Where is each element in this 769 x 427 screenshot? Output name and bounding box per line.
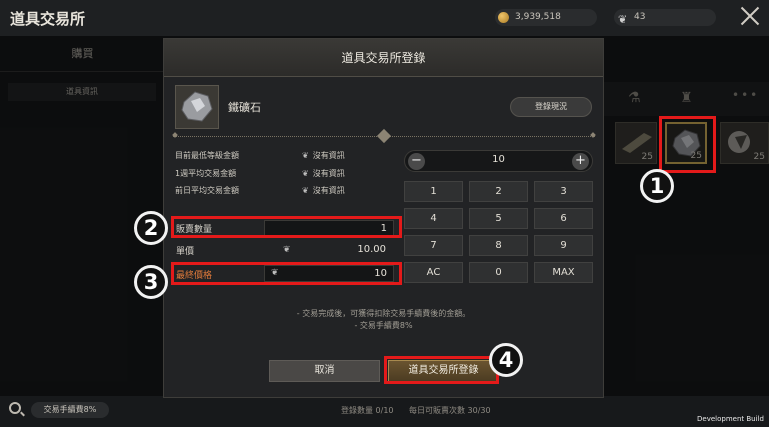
- gold-amount: 3,939,518: [515, 12, 561, 22]
- info-value-lowest: ❦ 沒有資訊: [302, 151, 345, 160]
- quantity-value: 10: [492, 154, 505, 165]
- key-3[interactable]: 3: [534, 181, 593, 202]
- cancel-button[interactable]: 取消: [269, 360, 380, 382]
- feather-amount: 43: [634, 12, 646, 22]
- feather-icon: ❦: [283, 245, 291, 255]
- annotation-badge-1: 1: [640, 169, 674, 203]
- feather-icon: ❦: [302, 186, 309, 195]
- unit-price-label: 單價: [176, 247, 195, 257]
- info-value-yesterday: ❦ 沒有資訊: [302, 186, 345, 195]
- highlight-sell-quantity: [171, 216, 402, 238]
- daily-sell-count: 每日可販賣次數 30/30: [409, 406, 491, 415]
- dialog-title: 道具交易所登錄: [164, 39, 603, 77]
- feather-icon: ❦: [618, 13, 628, 26]
- dev-build-label: Development Build: [697, 415, 764, 423]
- key-6[interactable]: 6: [534, 208, 593, 229]
- search-icon[interactable]: [9, 402, 21, 414]
- item-name: 鐵礦石: [228, 101, 261, 114]
- top-bar: 道具交易所 3,939,518 ❦ 43: [0, 0, 769, 36]
- highlight-final-price: [171, 262, 402, 285]
- unit-price-row: 單價 ❦ 10.00: [176, 242, 394, 258]
- key-5[interactable]: 5: [469, 208, 528, 229]
- page-title: 道具交易所: [10, 10, 86, 28]
- feather-icon: ❦: [302, 151, 309, 160]
- info-value-weekly: ❦ 沒有資訊: [302, 169, 345, 178]
- highlight-register-button: [384, 356, 499, 384]
- item-thumbnail: [175, 85, 219, 129]
- plus-button[interactable]: +: [572, 153, 589, 170]
- divider-gem: [376, 128, 392, 144]
- quantity-stepper: − 10 +: [404, 150, 593, 172]
- highlight-item: [659, 116, 716, 173]
- gold-display: 3,939,518: [495, 9, 597, 26]
- fee-note-line2: - 交易手續費8%: [354, 321, 413, 330]
- key-4[interactable]: 4: [404, 208, 463, 229]
- key-max[interactable]: MAX: [534, 262, 593, 283]
- iron-ore-icon: [181, 91, 213, 122]
- info-label-weekly: 1週平均交易金額: [175, 169, 237, 178]
- key-ac[interactable]: AC: [404, 262, 463, 283]
- info-label-lowest: 目前最低等級金額: [175, 151, 239, 160]
- feather-icon: ❦: [302, 169, 309, 178]
- key-9[interactable]: 9: [534, 235, 593, 256]
- gold-coin-icon: [498, 12, 509, 23]
- key-8[interactable]: 8: [469, 235, 528, 256]
- key-2[interactable]: 2: [469, 181, 528, 202]
- feather-display: ❦ 43: [614, 9, 716, 26]
- fee-note-line1: - 交易完成後，可獲得扣除交易手續費後的金額。: [296, 309, 471, 318]
- fee-pill: 交易手續費8%: [31, 402, 109, 418]
- key-1[interactable]: 1: [404, 181, 463, 202]
- registration-status-button[interactable]: 登錄現況: [510, 97, 592, 117]
- unit-price-value: 10.00: [357, 244, 386, 255]
- registration-count: 登錄數量 0/10: [341, 406, 394, 415]
- close-icon[interactable]: [738, 4, 762, 28]
- info-label-yesterday: 前日平均交易金額: [175, 186, 239, 195]
- key-0[interactable]: 0: [469, 262, 528, 283]
- key-7[interactable]: 7: [404, 235, 463, 256]
- annotation-badge-4: 4: [489, 343, 523, 377]
- annotation-badge-2: 2: [134, 211, 168, 245]
- annotation-badge-3: 3: [134, 265, 168, 299]
